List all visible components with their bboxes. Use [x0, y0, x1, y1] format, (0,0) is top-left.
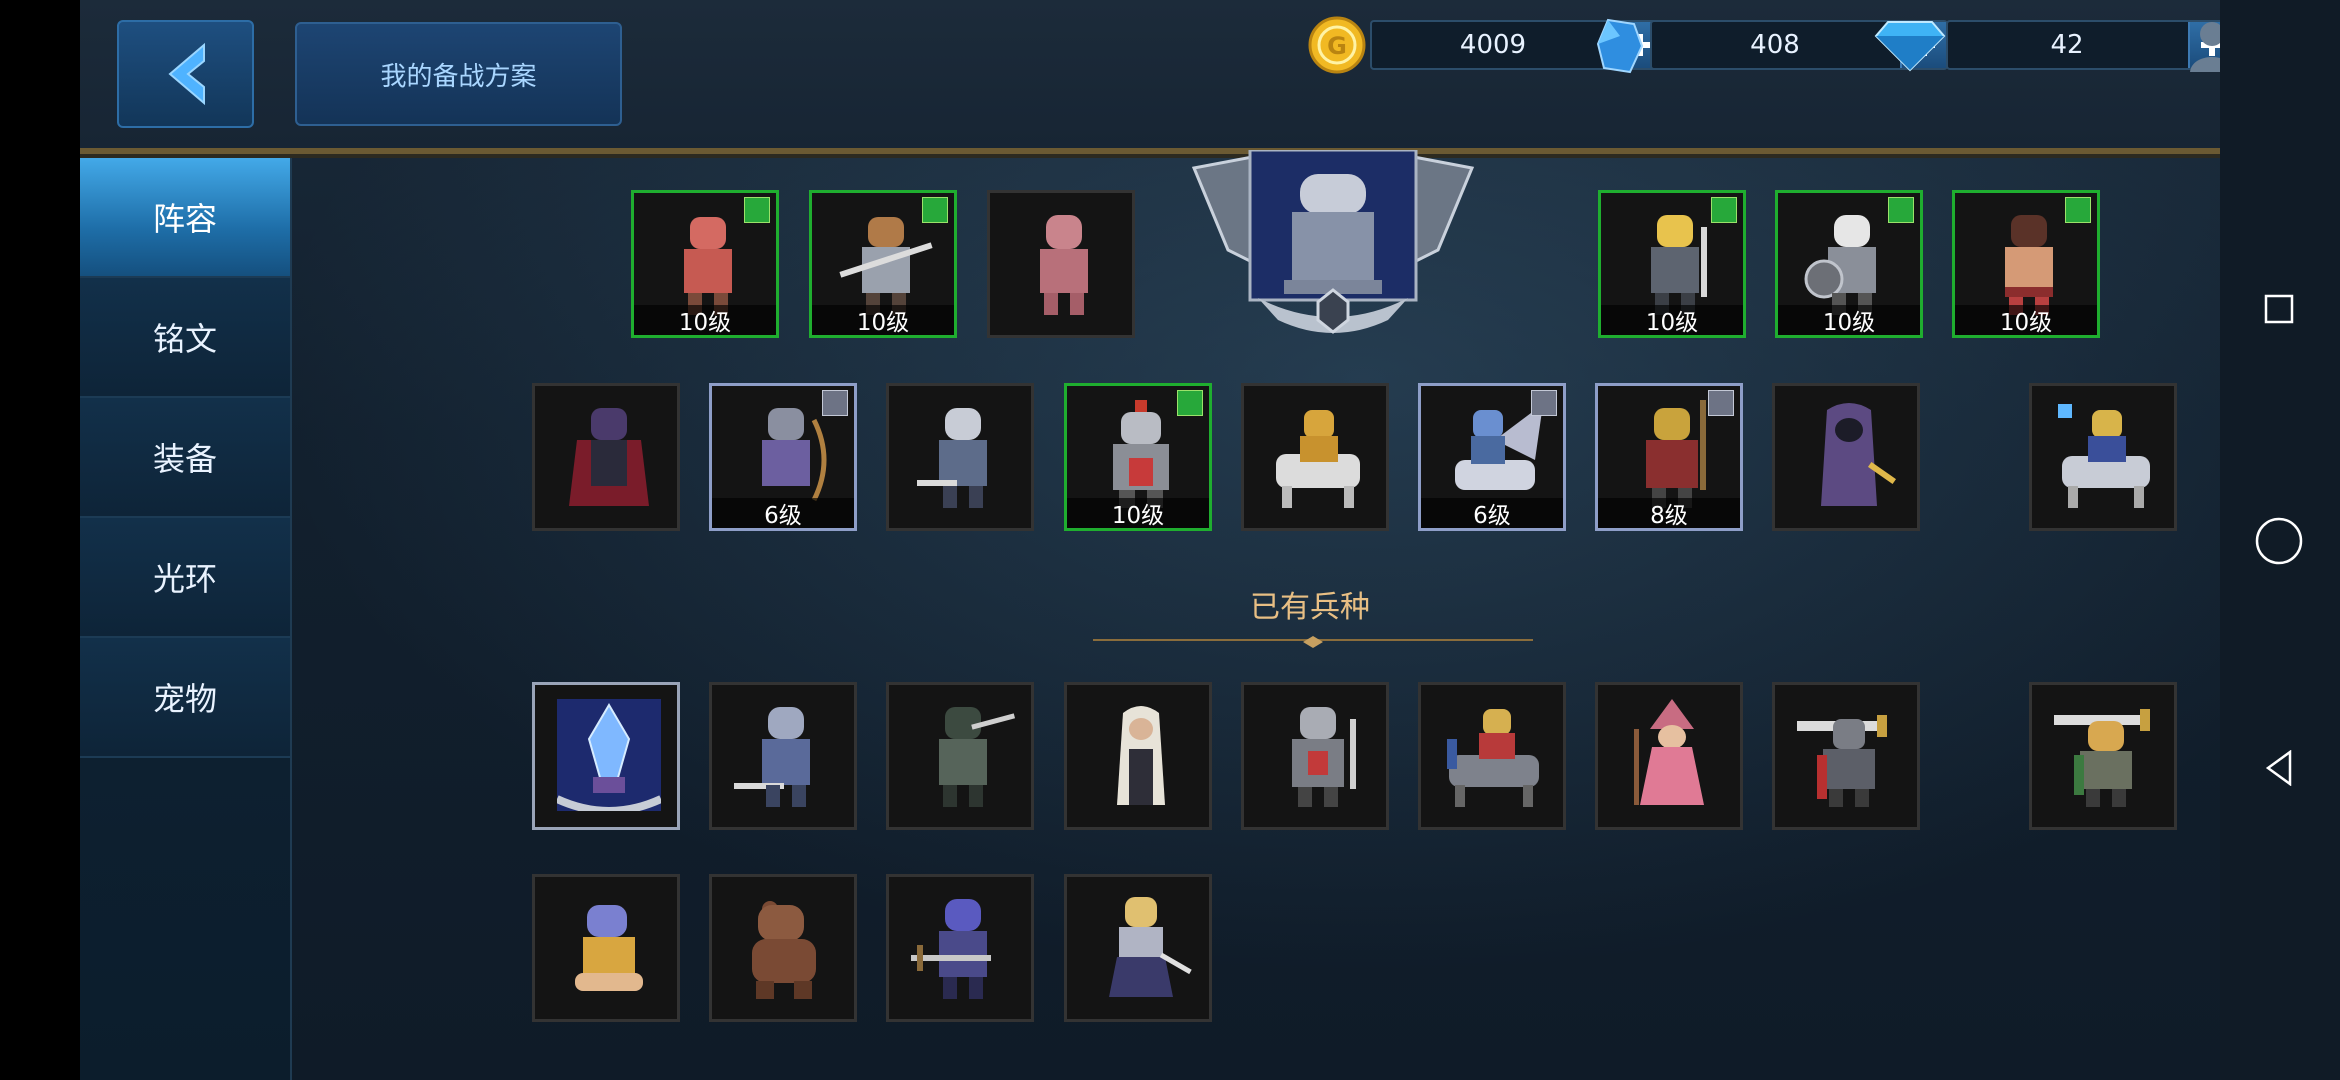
- tab-aura-label: 光环: [152, 560, 217, 598]
- vampire-sprite: [569, 408, 649, 506]
- my-battle-plan-button[interactable]: 我的备战方案: [295, 22, 622, 126]
- level-chevron-badge: [1708, 390, 1734, 416]
- lineup-slot[interactable]: 10级: [1598, 190, 1746, 338]
- red-armor-knight-sprite: [1292, 707, 1356, 807]
- title-divider: [1093, 636, 1533, 648]
- owned-unit-slot[interactable]: [886, 682, 1034, 830]
- owned-unit-slot[interactable]: [709, 874, 857, 1022]
- unit-slot[interactable]: [1241, 383, 1389, 531]
- tab-pet-label: 宠物: [152, 680, 217, 718]
- tab-lineup[interactable]: 阵容: [80, 158, 290, 278]
- lion-knight-sprite: [2054, 709, 2150, 807]
- unit-slot[interactable]: [886, 383, 1034, 531]
- armored-swordsman-sprite: [734, 707, 810, 807]
- system-nav-bar: [2220, 0, 2340, 1080]
- recent-apps-icon[interactable]: [2264, 294, 2294, 324]
- owned-unit-slot[interactable]: [1595, 682, 1743, 830]
- profile-icon[interactable]: [2186, 18, 2220, 74]
- unit-slot[interactable]: [2029, 383, 2177, 531]
- level-chevron-badge: [1711, 197, 1737, 223]
- tab-equipment-label: 装备: [152, 440, 217, 478]
- slot-level: 8级: [1598, 498, 1740, 529]
- sidebar-divider: [290, 158, 292, 1080]
- slot-level: 10级: [1778, 305, 1920, 336]
- ninja-sprite: [939, 707, 1015, 807]
- holy-maiden-sprite: [1109, 897, 1192, 997]
- priest-sprite: [1117, 706, 1165, 805]
- owned-unit-slot[interactable]: [1772, 682, 1920, 830]
- mummy-sprite: [1040, 215, 1088, 315]
- owned-unit-slot[interactable]: [886, 874, 1034, 1022]
- bear-sprite: [752, 901, 816, 999]
- unit-slot[interactable]: [1772, 383, 1920, 531]
- crossbowman-sprite: [911, 899, 991, 999]
- crystal-totem-sprite: [557, 699, 661, 811]
- slot-level: 10级: [1601, 305, 1743, 336]
- slot-level: 6级: [712, 498, 854, 529]
- lineup-slot[interactable]: 10级: [1952, 190, 2100, 338]
- lineup-slot[interactable]: [987, 190, 1135, 338]
- lineup-slot[interactable]: 10级: [1775, 190, 1923, 338]
- golden-cavalry-sprite: [1276, 410, 1360, 508]
- level-chevron-badge: [744, 197, 770, 223]
- tab-aura[interactable]: 光环: [80, 518, 290, 638]
- level-chevron-badge: [1177, 390, 1203, 416]
- owned-unit-slot[interactable]: [709, 682, 857, 830]
- slot-level: 10级: [812, 305, 954, 336]
- chevron-left-icon: [167, 42, 205, 106]
- tab-inscription-label: 铭文: [152, 320, 217, 358]
- owned-unit-slot[interactable]: [1418, 682, 1566, 830]
- unit-slot[interactable]: 6级: [1418, 383, 1566, 531]
- owned-unit-slot[interactable]: [2029, 682, 2177, 830]
- unit-slot[interactable]: 6级: [709, 383, 857, 531]
- gold-coin-icon: G: [1308, 16, 1366, 74]
- beast-boy-sprite: [575, 905, 643, 991]
- unit-slot[interactable]: [532, 383, 680, 531]
- top-bar: 我的备战方案 G 4009 408 42: [80, 0, 2220, 154]
- lancer-cavalry-sprite: [1447, 709, 1539, 807]
- slot-level: 6级: [1421, 498, 1563, 529]
- level-chevron-badge: [1888, 197, 1914, 223]
- unit-slot[interactable]: 10级: [1064, 383, 1212, 531]
- back-button[interactable]: [117, 20, 254, 128]
- hero-emblem[interactable]: [1188, 150, 1478, 340]
- owned-unit-slot[interactable]: [1064, 874, 1212, 1022]
- owned-unit-slot[interactable]: [532, 682, 680, 830]
- level-chevron-badge: [1531, 390, 1557, 416]
- level-chevron-badge: [922, 197, 948, 223]
- blue-crystal-icon: [1596, 18, 1644, 74]
- plan-button-label: 我的备战方案: [380, 61, 537, 92]
- witch-sprite: [1634, 699, 1704, 805]
- owned-unit-slot[interactable]: [1241, 682, 1389, 830]
- lineup-slot[interactable]: 10级: [809, 190, 957, 338]
- paladin-cavalry-sprite: [2058, 404, 2150, 508]
- tab-inscription[interactable]: 铭文: [80, 278, 290, 398]
- level-chevron-badge: [2065, 197, 2091, 223]
- diamond-icon: [1874, 21, 1946, 72]
- owned-units-title: 已有兵种: [1250, 590, 1370, 625]
- tab-equipment[interactable]: 装备: [80, 398, 290, 518]
- greatsword-knight-sprite: [1797, 715, 1887, 807]
- sidebar: 阵容 铭文 装备 光环 宠物: [80, 158, 290, 1080]
- owned-unit-slot[interactable]: [532, 874, 680, 1022]
- back-nav-icon[interactable]: [2264, 750, 2294, 786]
- silver-hair-swordsman-sprite: [917, 408, 987, 508]
- tab-lineup-label: 阵容: [152, 200, 217, 238]
- owned-unit-slot[interactable]: [1064, 682, 1212, 830]
- svg-text:G: G: [1327, 32, 1347, 60]
- diamond-counter: 42: [1946, 20, 2220, 70]
- lineup-slot[interactable]: 10级: [631, 190, 779, 338]
- slot-level: 10级: [1955, 305, 2097, 336]
- unit-slot[interactable]: 8级: [1595, 383, 1743, 531]
- crystal-value: 408: [1750, 30, 1800, 60]
- level-chevron-badge: [822, 390, 848, 416]
- slot-level: 10级: [1067, 498, 1209, 529]
- diamond-value: 42: [2050, 30, 2084, 60]
- game-screen: 我的备战方案 G 4009 408 42 阵容 铭文 装备 光环 宠物 10级 …: [80, 0, 2220, 1080]
- home-icon[interactable]: [2254, 516, 2304, 566]
- slot-level: 10级: [634, 305, 776, 336]
- gold-value: 4009: [1459, 30, 1527, 60]
- hooded-assassin-sprite: [1821, 403, 1897, 506]
- tab-pet[interactable]: 宠物: [80, 638, 290, 758]
